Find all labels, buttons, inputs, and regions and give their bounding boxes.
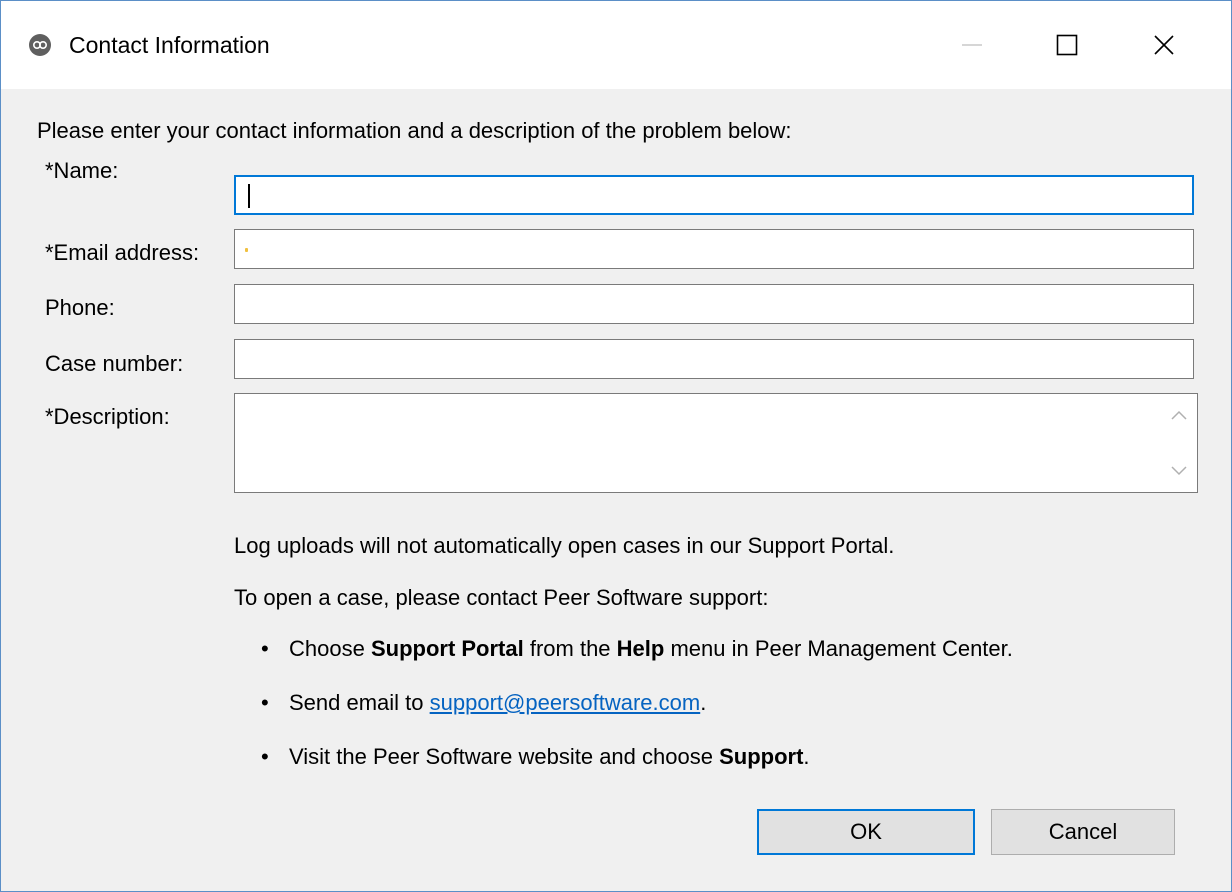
bullet-visit-website: • Visit the Peer Software website and cho… bbox=[261, 744, 810, 769]
description-label: *Description: bbox=[45, 404, 170, 429]
name-label: *Name: bbox=[45, 158, 119, 183]
close-button[interactable] bbox=[1129, 21, 1199, 69]
text-caret bbox=[248, 184, 250, 208]
description-scrollbar[interactable] bbox=[1161, 394, 1197, 492]
app-icon bbox=[28, 33, 52, 57]
close-icon bbox=[1154, 35, 1174, 55]
name-field[interactable] bbox=[234, 175, 1194, 215]
instructions-text: Please enter your contact information an… bbox=[37, 118, 792, 143]
title-bar[interactable]: Contact Information bbox=[1, 1, 1231, 89]
phone-label: Phone: bbox=[45, 295, 115, 320]
support-email-link[interactable]: support@peersoftware.com bbox=[430, 690, 701, 715]
bullet-dot: • bbox=[261, 690, 269, 715]
chevron-up-icon bbox=[1171, 410, 1187, 420]
email-field[interactable] bbox=[234, 229, 1194, 269]
minimize-icon bbox=[962, 44, 982, 46]
cancel-button[interactable]: Cancel bbox=[991, 809, 1175, 855]
minimize-button[interactable] bbox=[937, 21, 1007, 69]
bullet-send-email: • Send email to support@peersoftware.com. bbox=[261, 690, 707, 715]
maximize-button[interactable] bbox=[1032, 21, 1102, 69]
bullet-dot: • bbox=[261, 636, 269, 661]
ok-button[interactable]: OK bbox=[757, 809, 975, 855]
case-number-field[interactable] bbox=[234, 339, 1194, 379]
maximize-icon bbox=[1056, 34, 1078, 56]
case-number-label: Case number: bbox=[45, 351, 184, 376]
window-title: Contact Information bbox=[69, 32, 270, 58]
phone-field[interactable] bbox=[234, 284, 1194, 324]
bullet-dot: • bbox=[261, 744, 269, 769]
contact-information-dialog: Contact Information Please enter your co… bbox=[0, 0, 1232, 892]
bullet-support-portal: • Choose Support Portal from the Help men… bbox=[261, 636, 1013, 661]
scroll-up-button[interactable] bbox=[1161, 400, 1197, 430]
input-artifact bbox=[245, 248, 248, 252]
description-textarea[interactable] bbox=[234, 393, 1198, 493]
chevron-down-icon bbox=[1171, 466, 1187, 476]
scroll-down-button[interactable] bbox=[1161, 456, 1197, 486]
email-label: *Email address: bbox=[45, 240, 200, 265]
open-case-note: To open a case, please contact Peer Soft… bbox=[234, 585, 769, 610]
log-uploads-note: Log uploads will not automatically open … bbox=[234, 533, 895, 558]
